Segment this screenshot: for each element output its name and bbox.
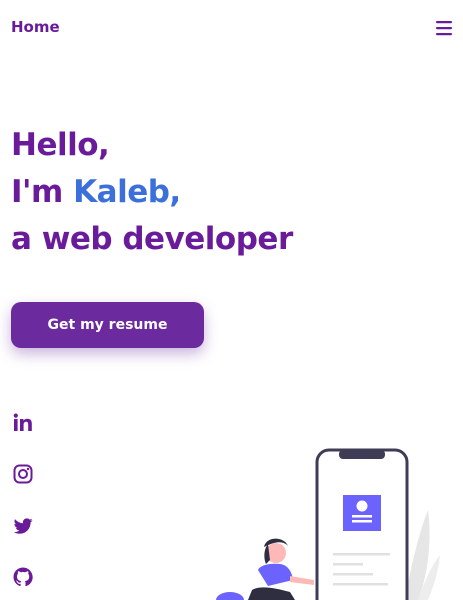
hero-title: Hello, I'm Kaleb, a web developer xyxy=(11,122,293,263)
hero-greeting: Hello, xyxy=(11,127,110,163)
linkedin-link[interactable] xyxy=(12,412,34,434)
hero-role: a web developer xyxy=(11,221,293,257)
hero-im: I'm xyxy=(11,174,74,210)
twitter-icon xyxy=(12,515,34,537)
github-icon xyxy=(12,566,34,588)
github-link[interactable] xyxy=(12,566,34,588)
get-resume-button[interactable]: Get my resume xyxy=(11,302,204,348)
linkedin-icon xyxy=(12,412,34,434)
instagram-icon xyxy=(12,463,34,485)
nav-logo-home[interactable]: Home xyxy=(11,18,60,36)
instagram-link[interactable] xyxy=(12,463,34,485)
page: Home Hello, I'm Kaleb, a web developer G… xyxy=(0,0,463,600)
menu-icon[interactable] xyxy=(433,17,455,39)
hero-name: Kaleb, xyxy=(73,174,181,210)
hero-illustration xyxy=(200,440,463,600)
twitter-link[interactable] xyxy=(12,515,34,537)
hero-name-line: I'm Kaleb, xyxy=(11,169,293,216)
